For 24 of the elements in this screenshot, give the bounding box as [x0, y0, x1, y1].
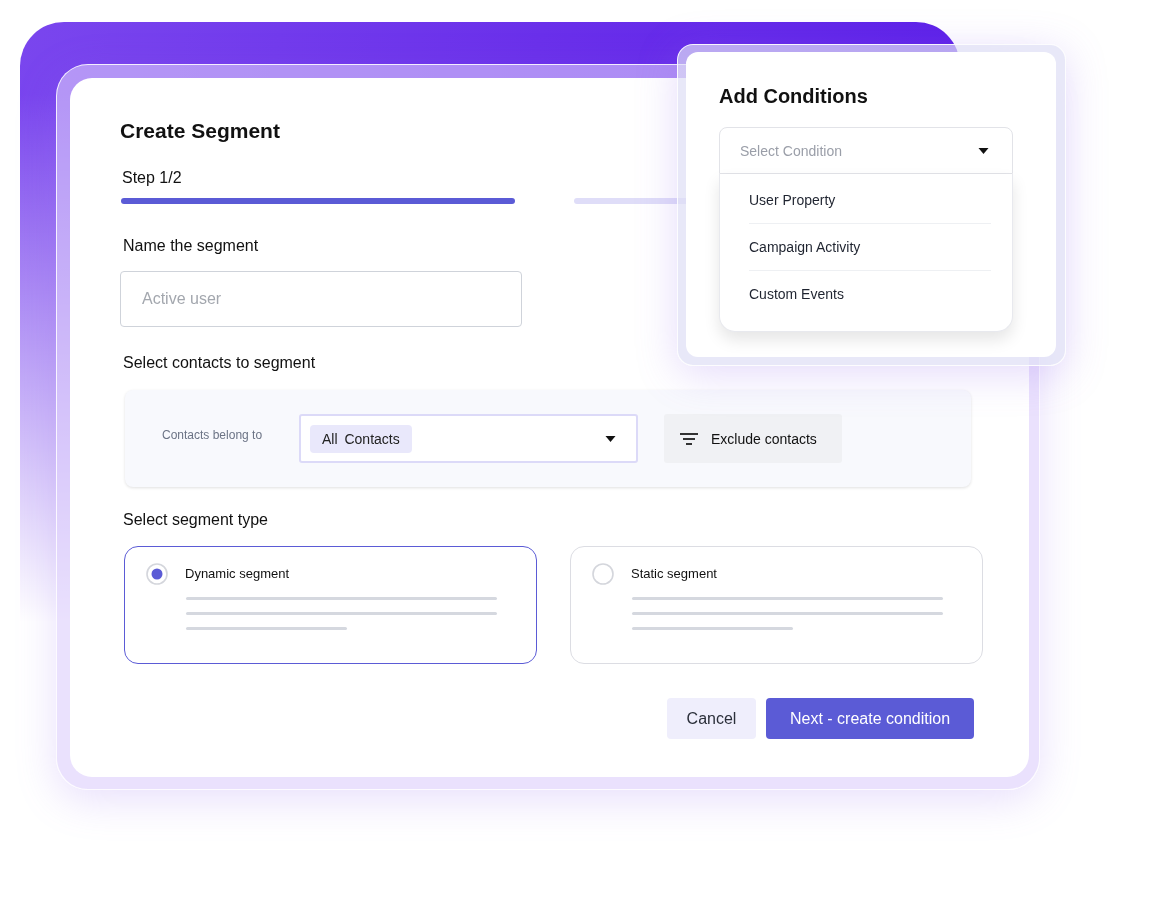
modal-title: Create Segment — [120, 118, 280, 144]
filter-icon — [680, 432, 698, 445]
contacts-belong-label: Contacts belong to — [162, 428, 264, 442]
option-label: Dynamic segment — [185, 566, 290, 582]
step-label: Step 1/2 — [122, 168, 182, 188]
next-button[interactable]: Next - create condition — [766, 698, 974, 739]
caret-icon — [978, 147, 989, 154]
exclude-contacts-button[interactable]: Exclude contacts — [664, 414, 842, 463]
contacts-chip: All Contacts — [310, 424, 412, 453]
section-label: Select segment type — [123, 510, 268, 530]
option-label: Static segment — [631, 566, 717, 582]
select-placeholder: Select Condition — [740, 142, 842, 159]
field-label: Name the segment — [123, 236, 259, 256]
popup-title: Add Conditions — [719, 84, 868, 108]
condition-menu-item[interactable]: User Property — [749, 177, 991, 224]
segment-type-option[interactable]: Dynamic segment — [124, 546, 537, 664]
contacts-select[interactable]: All Contacts — [299, 414, 638, 463]
condition-menu-item[interactable]: Custom Events — [749, 271, 991, 317]
caret-icon — [605, 435, 616, 442]
segment-type-option[interactable]: Static segment — [570, 546, 983, 664]
section-label: Select contacts to segment — [123, 353, 316, 373]
cancel-button[interactable]: Cancel — [667, 698, 756, 739]
condition-menu-item[interactable]: Campaign Activity — [749, 224, 991, 271]
segment-name-input[interactable]: Active user — [120, 271, 522, 327]
